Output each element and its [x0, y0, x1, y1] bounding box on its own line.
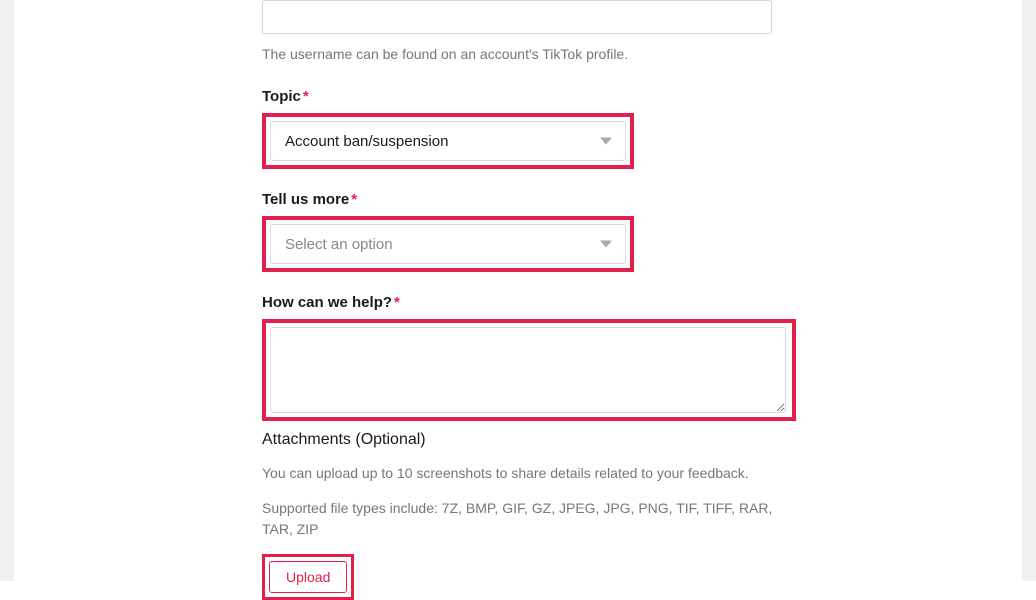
tell-us-more-highlight: Select an option: [262, 216, 634, 272]
tell-us-more-label-text: Tell us more: [262, 191, 349, 208]
attachments-label: Attachments (Optional): [262, 431, 1022, 449]
attachments-info-count: You can upload up to 10 screenshots to s…: [262, 463, 782, 484]
topic-highlight: Account ban/suspension: [262, 113, 634, 169]
required-mark: *: [394, 294, 400, 311]
topic-label-text: Topic: [262, 88, 301, 105]
upload-highlight: Upload: [262, 554, 354, 600]
feedback-form: The username can be found on an account'…: [14, 0, 1022, 581]
how-help-highlight: [262, 319, 796, 421]
how-help-label-text: How can we help?: [262, 294, 392, 311]
attachments-info-types: Supported file types include: 7Z, BMP, G…: [262, 498, 782, 540]
how-help-textarea[interactable]: [270, 327, 786, 413]
upload-button[interactable]: Upload: [269, 561, 347, 593]
tell-us-more-placeholder: Select an option: [285, 236, 393, 253]
required-mark: *: [351, 191, 357, 208]
chevron-down-icon: [600, 241, 612, 248]
chevron-down-icon: [600, 138, 612, 145]
username-helper-text: The username can be found on an account'…: [262, 46, 1022, 62]
required-mark: *: [303, 88, 309, 105]
tell-us-more-label: Tell us more*: [262, 191, 1022, 208]
username-input[interactable]: [262, 0, 772, 34]
how-help-label: How can we help?*: [262, 294, 1022, 311]
topic-select[interactable]: Account ban/suspension: [270, 121, 626, 161]
tell-us-more-select[interactable]: Select an option: [270, 224, 626, 264]
topic-label: Topic*: [262, 88, 1022, 105]
topic-select-value: Account ban/suspension: [285, 133, 448, 150]
